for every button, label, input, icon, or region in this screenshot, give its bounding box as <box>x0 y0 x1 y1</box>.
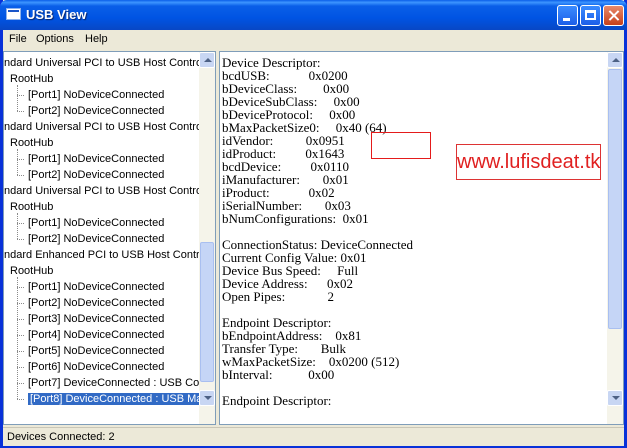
close-button[interactable] <box>603 5 624 26</box>
tree-node-label: [Port3] NoDeviceConnected <box>28 313 165 325</box>
tree-node-label: ndard Universal PCI to USB Host Contro <box>4 121 203 133</box>
tree-port-node[interactable]: [Port1] NoDeviceConnected <box>28 215 164 231</box>
tree-node-label: [Port1] NoDeviceConnected <box>28 281 165 293</box>
tree-node-label: RootHub <box>10 265 54 277</box>
tree-node-label: [Port2] NoDeviceConnected <box>28 105 165 117</box>
tree-connector <box>17 303 24 304</box>
tree-connector <box>17 367 24 368</box>
tree-port-node[interactable]: [Port5] NoDeviceConnected <box>28 343 164 359</box>
tree-node-label: [Port5] NoDeviceConnected <box>28 345 165 357</box>
details-scrollbar[interactable] <box>607 52 623 424</box>
tree-node-label: RootHub <box>10 137 54 149</box>
tree-connector <box>17 111 24 112</box>
tree-connector <box>17 383 24 384</box>
tree-node-label: ndard Enhanced PCI to USB Host Contro <box>4 249 206 261</box>
menu-help[interactable]: Help <box>85 33 108 45</box>
watermark-text: www.lufisdeat.tk <box>456 144 601 180</box>
menu-options[interactable]: Options <box>36 33 74 45</box>
tree-port-node[interactable]: [Port2] NoDeviceConnected <box>28 103 164 119</box>
maximize-button[interactable] <box>580 5 601 26</box>
tree-port-node[interactable]: [Port6] NoDeviceConnected <box>28 359 164 375</box>
tree-port-node[interactable]: [Port1] NoDeviceConnected <box>28 87 164 103</box>
tree-controller-node[interactable]: ndard Enhanced PCI to USB Host Contro <box>4 247 206 263</box>
details-scroll-up-button[interactable] <box>607 52 623 68</box>
tree-controller-node[interactable]: ndard Universal PCI to USB Host Contro <box>4 119 202 135</box>
tree-node-label: RootHub <box>10 201 54 213</box>
tree-port-node[interactable]: [Port1] NoDeviceConnected <box>28 151 164 167</box>
detail-line: Open Pipes: 2 <box>222 289 334 304</box>
tree-scroll-up-button[interactable] <box>199 52 215 68</box>
tree-port-node[interactable]: [Port1] NoDeviceConnected <box>28 279 164 295</box>
tree-connector <box>17 95 24 96</box>
detail-line: bNumConfigurations: 0x01 <box>222 211 369 226</box>
tree-node-label: [Port8] DeviceConnected : USB Ma <box>28 393 205 405</box>
details-scroll-thumb[interactable] <box>608 69 622 329</box>
tree-port-node[interactable]: [Port7] DeviceConnected : USB Co <box>28 375 199 391</box>
tree-connector <box>17 175 24 176</box>
tree-connector <box>17 319 24 320</box>
window-title: USB View <box>26 7 87 22</box>
tree-node-label: [Port1] NoDeviceConnected <box>28 217 165 229</box>
tree-node-label: ndard Universal PCI to USB Host Contro <box>4 185 203 197</box>
tree-port-node[interactable]: [Port2] NoDeviceConnected <box>28 231 164 247</box>
tree-connector <box>17 277 18 399</box>
tree-controller-node[interactable]: ndard Universal PCI to USB Host Contro <box>4 55 202 71</box>
tree-node-label: [Port1] NoDeviceConnected <box>28 89 165 101</box>
tree-connector <box>17 287 24 288</box>
tree-connector <box>17 149 18 175</box>
vendor-product-highlight <box>371 132 431 159</box>
tree-scroll-down-button[interactable] <box>199 390 215 406</box>
tree-scrollbar[interactable] <box>199 52 215 424</box>
tree-node-label: [Port2] NoDeviceConnected <box>28 233 165 245</box>
detail-line: bInterval: 0x00 <box>222 367 335 382</box>
tree-connector <box>17 159 24 160</box>
details-pane[interactable]: Device Descriptor: bcdUSB: 0x0200 bDeviceC… <box>219 51 624 425</box>
tree-connector <box>17 351 24 352</box>
tree-port-node[interactable]: [Port8] DeviceConnected : USB Ma <box>28 391 205 407</box>
minimize-button[interactable] <box>557 5 578 26</box>
menu-bar: File Options Help <box>3 30 624 50</box>
tree-controller-node[interactable]: ndard Universal PCI to USB Host Contro <box>4 183 202 199</box>
tree-node-label: [Port4] NoDeviceConnected <box>28 329 165 341</box>
tree-connector <box>17 239 24 240</box>
device-tree-pane[interactable]: ndard Universal PCI to USB Host Contro Ro… <box>3 51 216 425</box>
tree-connector <box>17 399 24 400</box>
status-text: Devices Connected: 2 <box>7 431 115 443</box>
tree-port-node[interactable]: [Port2] NoDeviceConnected <box>28 295 164 311</box>
tree-node-label: ndard Universal PCI to USB Host Contro <box>4 57 203 69</box>
tree-node-label: [Port7] DeviceConnected : USB Co <box>28 377 200 389</box>
status-bar: Devices Connected: 2 <box>3 427 624 446</box>
details-scroll-down-button[interactable] <box>607 390 623 406</box>
tree-connector <box>17 85 18 111</box>
tree-node-label: [Port2] NoDeviceConnected <box>28 169 165 181</box>
tree-connector <box>17 213 18 239</box>
title-bar[interactable]: USB View <box>0 0 627 30</box>
app-icon <box>6 8 21 20</box>
menu-file[interactable]: File <box>9 33 27 45</box>
tree-port-node[interactable]: [Port4] NoDeviceConnected <box>28 327 164 343</box>
tree-node-label: [Port1] NoDeviceConnected <box>28 153 165 165</box>
usbview-window: USB View File Options Help ndard Univers… <box>0 0 627 448</box>
tree-connector <box>17 335 24 336</box>
tree-scroll-thumb[interactable] <box>200 242 214 382</box>
tree-port-node[interactable]: [Port3] NoDeviceConnected <box>28 311 164 327</box>
tree-node-label: [Port6] NoDeviceConnected <box>28 361 165 373</box>
tree-node-label: RootHub <box>10 73 54 85</box>
tree-port-node[interactable]: [Port2] NoDeviceConnected <box>28 167 164 183</box>
tree-connector <box>17 223 24 224</box>
tree-node-label: [Port2] NoDeviceConnected <box>28 297 165 309</box>
detail-line: Endpoint Descriptor: <box>222 393 332 408</box>
